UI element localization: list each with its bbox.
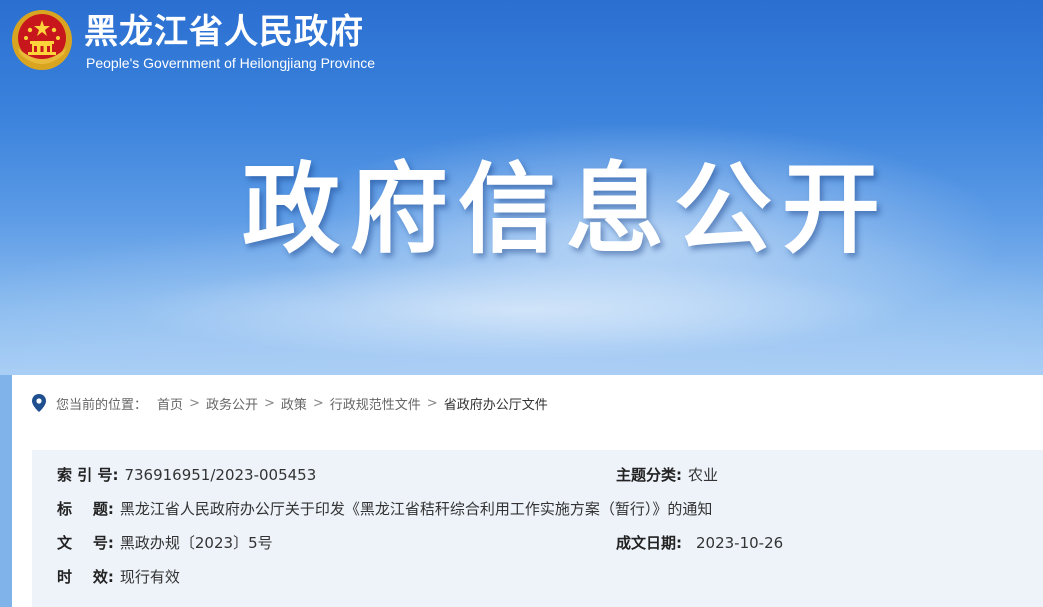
index-no-label: 索 引 号:	[57, 466, 119, 484]
meta-row-docno: 文 号: 黑政办规〔2023〕5号	[57, 532, 273, 554]
breadcrumb-home[interactable]: 首页	[157, 394, 183, 413]
title-value: 黑龙江省人民政府办公厅关于印发《黑龙江省秸秆综合利用工作实施方案（暂行）》的通知	[119, 500, 713, 518]
breadcrumb-separator: >	[312, 395, 324, 411]
content-card: 您当前的位置： 首页 > 政务公开 > 政策 > 行政规范性文件 > 省政府办公…	[12, 375, 1043, 607]
title-label: 标 题:	[57, 500, 114, 518]
breadcrumb-separator: >	[426, 395, 438, 411]
topic-label: 主题分类:	[616, 466, 682, 484]
doc-no-label: 文 号:	[57, 534, 114, 552]
topic-value: 农业	[688, 466, 719, 484]
breadcrumb-separator: >	[263, 395, 275, 411]
meta-row-validity: 时 效: 现行有效	[57, 566, 180, 588]
meta-row-topic: 主题分类: 农业	[616, 464, 718, 486]
breadcrumb-separator: >	[189, 395, 200, 411]
index-no-value: 736916951/2023-005453	[124, 466, 317, 484]
date-value: 2023-10-26	[696, 534, 784, 552]
meta-row-date: 成文日期: 2023-10-26	[616, 532, 783, 554]
site-title: 黑龙江省人民政府	[84, 12, 364, 52]
breadcrumb-office-docs[interactable]: 省政府办公厅文件	[444, 394, 548, 413]
site-subtitle: People's Government of Heilongjiang Prov…	[86, 55, 376, 71]
breadcrumb-lead: 您当前的位置：	[56, 397, 148, 413]
breadcrumb-normative-docs[interactable]: 行政规范性文件	[330, 394, 421, 413]
validity-label: 时 效:	[57, 568, 114, 586]
header-banner: 黑龙江省人民政府 People's Government of Heilongj…	[0, 0, 1043, 375]
validity-value: 现行有效	[119, 568, 180, 586]
breadcrumb-policy[interactable]: 政策	[281, 394, 307, 413]
breadcrumb-gov-affairs[interactable]: 政务公开	[206, 394, 258, 413]
national-emblem-icon	[12, 10, 72, 70]
meta-row-title: 标 题: 黑龙江省人民政府办公厅关于印发《黑龙江省秸秆综合利用工作实施方案（暂行）…	[57, 498, 712, 520]
date-label: 成文日期:	[616, 534, 682, 552]
location-pin-icon	[32, 394, 46, 412]
document-metadata: 索 引 号: 736916951/2023-005453 主题分类: 农业 标 题:…	[32, 450, 1043, 607]
doc-no-value: 黑政办规〔2023〕5号	[119, 534, 273, 552]
meta-row-index: 索 引 号: 736916951/2023-005453	[57, 464, 316, 486]
breadcrumb: 您当前的位置： 首页 > 政务公开 > 政策 > 行政规范性文件 > 省政府办公…	[32, 393, 548, 413]
hero-title: 政府信息公开	[242, 153, 891, 267]
